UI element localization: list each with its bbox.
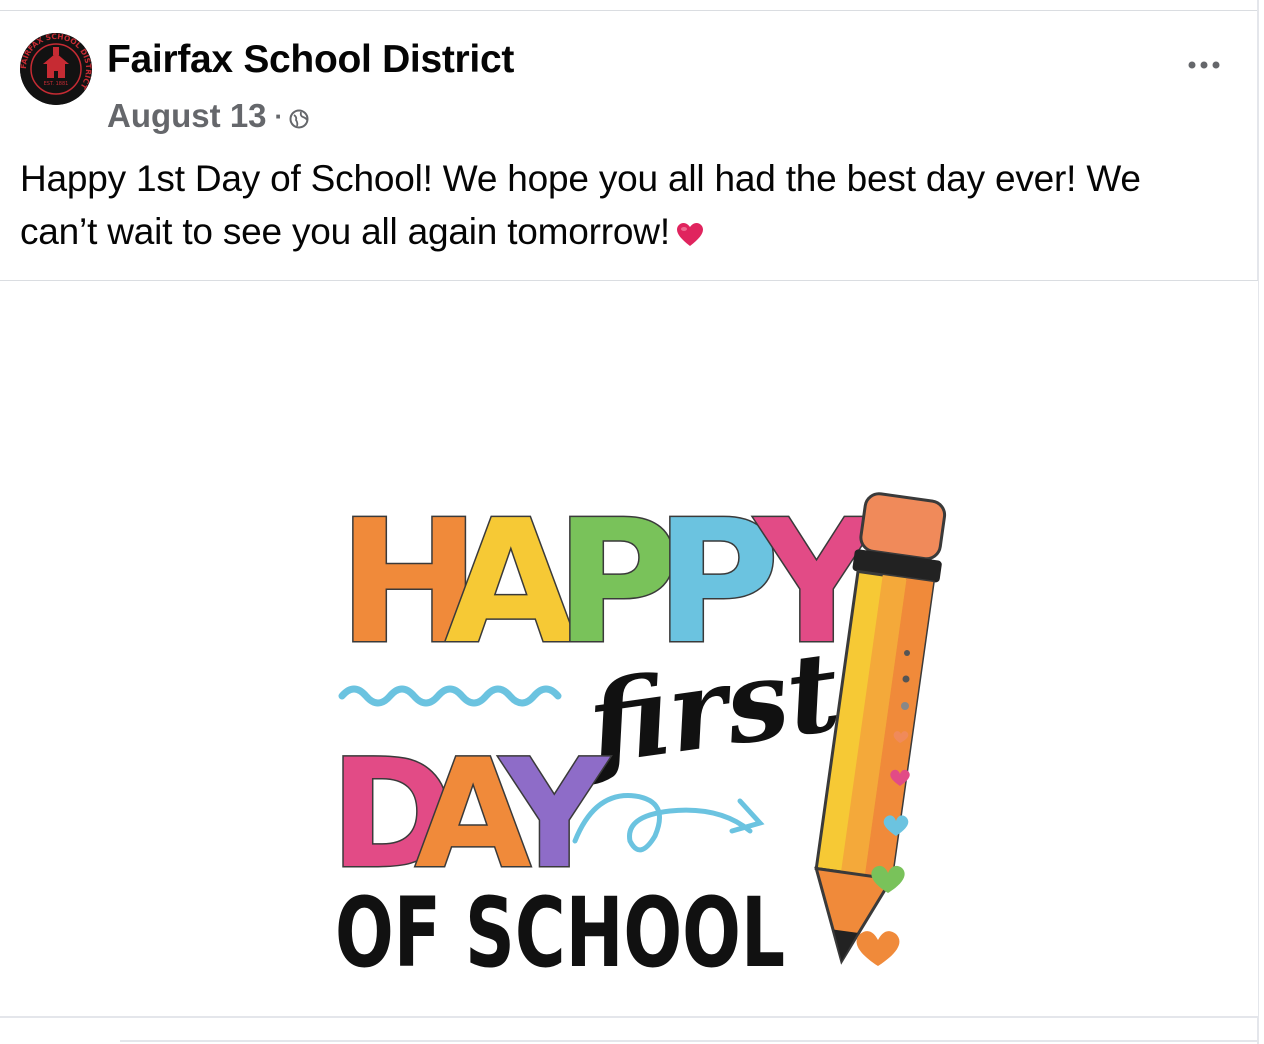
page-name-link[interactable]: Fairfax School District: [107, 38, 514, 82]
post-date-link[interactable]: August 13: [107, 97, 267, 135]
post-text-line-2-wrap: can’t wait to see you all again tomorrow…: [20, 205, 1240, 258]
first-day-graphic: H A P P Y first D A Y OF SCHOOL: [329, 483, 947, 989]
red-heart-icon: [676, 223, 703, 246]
image-of-school-text: OF SCHOOL: [335, 877, 785, 989]
more-options-button[interactable]: [1180, 45, 1228, 85]
post-body: Happy 1st Day of School! We hope you all…: [20, 152, 1240, 258]
avatar-est-text: EST. 1881: [44, 81, 69, 87]
page-avatar[interactable]: FAIRFAX SCHOOL DISTRICT EST. 1881: [20, 33, 92, 105]
post-text-line-2: can’t wait to see you all again tomorrow…: [20, 211, 670, 252]
image-bottom-divider: [0, 1016, 1258, 1018]
image-letter-y2: Y: [498, 728, 611, 902]
post-meta: August 13 ·: [107, 96, 310, 136]
meta-separator: ·: [274, 100, 284, 131]
footer-divider: [120, 1040, 1258, 1042]
top-divider: [0, 10, 1258, 11]
post-image[interactable]: H A P P Y first D A Y OF SCHOOL: [0, 281, 1258, 1016]
more-options-icon: [1188, 61, 1220, 69]
arrow-head-decoration: [729, 798, 765, 834]
wavy-line-decoration: [338, 685, 562, 707]
globe-icon[interactable]: [288, 108, 310, 130]
post-text-line-1: Happy 1st Day of School! We hope you all…: [20, 158, 1141, 199]
